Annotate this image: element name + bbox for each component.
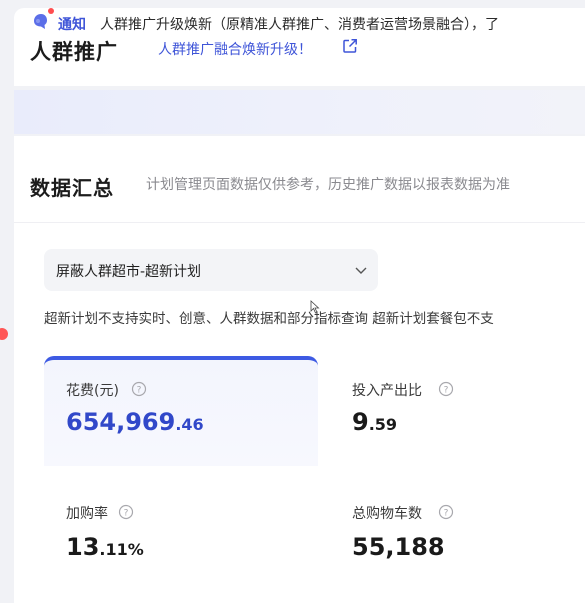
question-circle-icon[interactable]: ? xyxy=(438,381,454,397)
notice-badge-dot xyxy=(48,8,54,14)
notice-text: 人群推广升级焕新（原精准人群推广、消费者运营场景融合），了 xyxy=(100,17,499,33)
metric-label-cart-count: 总购物车数 xyxy=(352,506,422,522)
metric-value-cart-count: 55,188 xyxy=(352,533,445,561)
metric-value-add-cart-rate: 13.11% xyxy=(66,533,144,561)
question-circle-icon[interactable]: ? xyxy=(118,504,134,520)
plan-select-value: 屏蔽人群超市-超新计划 xyxy=(56,264,202,280)
divider xyxy=(14,222,585,223)
page-title: 人群推广 xyxy=(30,40,118,64)
svg-text:?: ? xyxy=(137,386,142,396)
chevron-down-icon xyxy=(355,267,367,274)
metric-value-int: 9 xyxy=(352,408,369,436)
section-title: 数据汇总 xyxy=(30,176,114,200)
upgrade-link[interactable]: 人群推广融合焕新升级！ xyxy=(158,39,312,59)
metric-value-roi: 9.59 xyxy=(352,408,397,436)
side-indicator-dot xyxy=(0,328,8,340)
metric-label-add-cart-rate: 加购率 xyxy=(66,506,108,522)
metric-label-cost: 花费(元) xyxy=(66,383,119,399)
page: 人群推广 人群推广融合焕新升级！ 通知 人群推广升级焕新（原精准人群推广、消费者… xyxy=(0,0,585,603)
mouse-cursor-icon xyxy=(310,300,320,314)
metric-value-dec: .59 xyxy=(368,415,398,434)
external-link-icon[interactable] xyxy=(342,38,358,54)
svg-text:?: ? xyxy=(444,386,449,396)
plan-select[interactable]: 屏蔽人群超市-超新计划 xyxy=(44,249,378,291)
metric-value-dec: .11% xyxy=(99,540,144,559)
metric-value-dec: .46 xyxy=(175,415,204,434)
metric-value-cost: 654,969.46 xyxy=(66,408,204,436)
unsupported-hint: 超新计划不支持实时、创意、人群数据和部分指标查询 超新计划套餐包不支 xyxy=(44,311,494,327)
svg-text:?: ? xyxy=(444,509,449,519)
section-hint: 计划管理页面数据仅供参考，历史推广数据以报表数据为准 xyxy=(146,177,510,193)
svg-text:?: ? xyxy=(124,509,129,519)
notice-label[interactable]: 通知 xyxy=(58,14,86,34)
metric-label-roi: 投入产出比 xyxy=(352,383,422,399)
question-circle-icon[interactable]: ? xyxy=(438,504,454,520)
question-circle-icon[interactable]: ? xyxy=(131,381,147,397)
notice-bar xyxy=(14,90,585,134)
metric-value-int: 55,188 xyxy=(352,533,445,561)
metric-value-int: 654,969 xyxy=(66,408,176,436)
metric-value-int: 13 xyxy=(66,533,100,561)
